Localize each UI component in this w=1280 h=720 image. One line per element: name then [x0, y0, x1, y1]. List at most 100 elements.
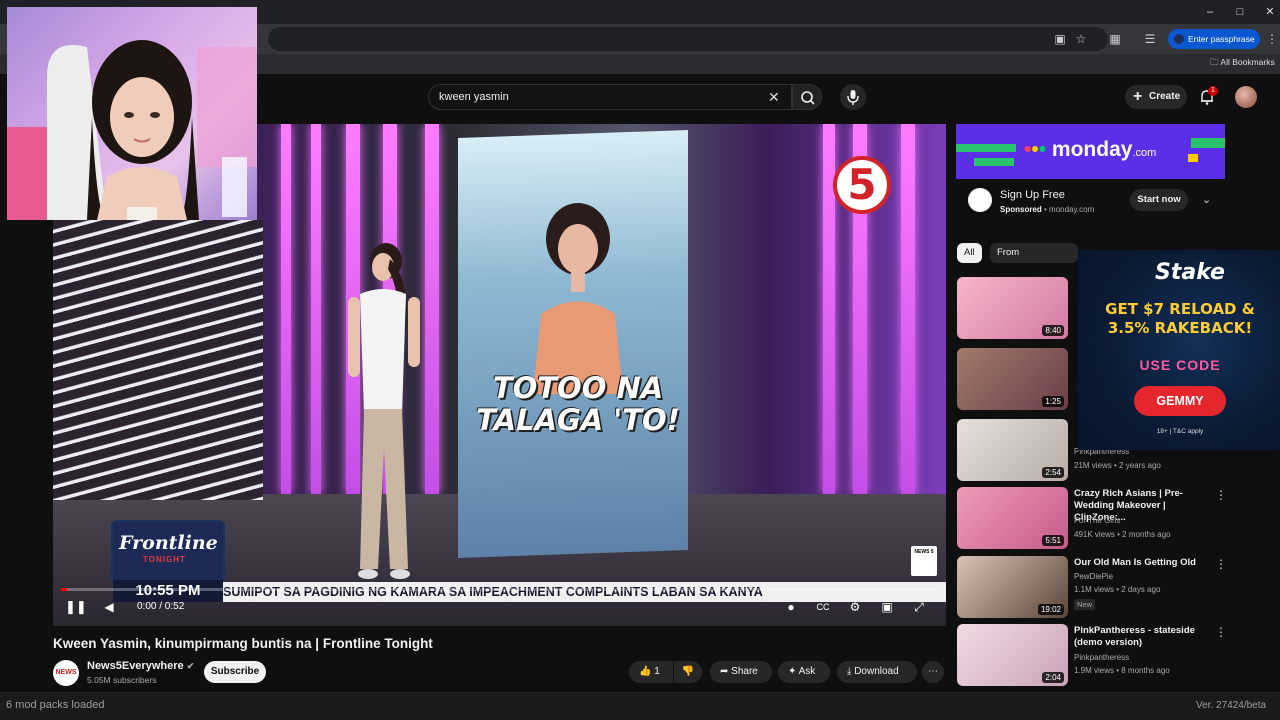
- volume-icon[interactable]: ◀: [101, 599, 117, 615]
- thumbs-down-icon: 👎: [681, 666, 695, 677]
- settings-gear-icon[interactable]: ⚙: [847, 599, 863, 615]
- ask-button[interactable]: ✦ Ask: [778, 661, 830, 683]
- monday-ad-icon: [968, 188, 992, 212]
- status-bar: [0, 692, 1280, 720]
- bookmark-star-icon[interactable]: ☆: [1073, 31, 1089, 47]
- related-channel: For The Girls: [1074, 516, 1121, 525]
- minimize-icon[interactable]: –: [1200, 4, 1220, 20]
- enter-passphrase-button[interactable]: Enter passphrase: [1168, 29, 1260, 49]
- chip-all[interactable]: All: [957, 243, 982, 263]
- captions-icon[interactable]: CC: [815, 599, 831, 615]
- news-anchor: [348, 243, 420, 579]
- video-duration: 19:02: [1037, 604, 1064, 615]
- voice-search-button[interactable]: [840, 84, 866, 110]
- related-thumbnail[interactable]: 2:54: [957, 419, 1068, 481]
- like-button[interactable]: 👍 1: [629, 661, 673, 683]
- striped-wall-panel: [53, 220, 263, 500]
- video-duration: 8:40: [1042, 325, 1064, 336]
- show-logo-title: Frontline: [119, 532, 218, 554]
- browser-menu-icon[interactable]: ⋮: [1264, 31, 1280, 47]
- video-duration: 5:51: [1042, 535, 1064, 546]
- stake-code-label: USE CODE: [1139, 357, 1221, 373]
- clear-search-icon[interactable]: ✕: [768, 89, 780, 106]
- chip-from-channel[interactable]: From News5Everyw: [990, 243, 1078, 263]
- more-options-icon[interactable]: ⋮: [1215, 557, 1227, 571]
- extensions-icon[interactable]: ▦: [1107, 31, 1123, 47]
- like-count: 1: [654, 666, 660, 677]
- download-label: Download: [854, 666, 899, 677]
- fullscreen-icon[interactable]: ⤢: [911, 599, 927, 615]
- related-thumbnail[interactable]: 8:40: [957, 277, 1068, 339]
- more-dots-icon: ⋯: [928, 666, 938, 677]
- stake-code-button: GEMMY: [1134, 386, 1226, 416]
- dislike-button[interactable]: 👎: [674, 661, 702, 683]
- account-avatar[interactable]: [1235, 86, 1257, 108]
- video-duration: 1:25: [1042, 396, 1064, 407]
- all-bookmarks-label: All Bookmarks: [1220, 57, 1275, 67]
- streamer-portrait: [7, 40, 257, 220]
- subscribe-button[interactable]: Subscribe: [204, 661, 266, 683]
- channel-avatar[interactable]: NEWS 5: [53, 660, 79, 702]
- stake-offer-text: GET $7 RELOAD & 3.5% RAKEBACK!: [1105, 300, 1255, 337]
- mod-packs-status: 6 mod packs loaded: [6, 699, 105, 711]
- more-actions-button[interactable]: ⋯: [922, 661, 944, 683]
- close-window-icon[interactable]: ✕: [1260, 4, 1280, 20]
- channel-name[interactable]: News5Everywhere ✔: [87, 660, 194, 672]
- autoplay-toggle-icon[interactable]: ●: [783, 599, 799, 615]
- video-timecode: 0:00 / 0:52: [137, 601, 185, 612]
- ad-title[interactable]: Sign Up Free: [1000, 189, 1065, 201]
- related-thumbnail[interactable]: 2:04: [957, 624, 1068, 686]
- search-icon: [801, 91, 815, 105]
- profile-icon: [1174, 34, 1184, 44]
- related-channel: PewDiePie: [1074, 572, 1114, 581]
- folder-icon: 🗀: [1210, 57, 1221, 67]
- video-duration: 2:54: [1042, 467, 1064, 478]
- stake-logo: Stake: [1155, 260, 1225, 285]
- progress-bar[interactable]: [61, 588, 939, 591]
- stake-terms: 18+ | T&C apply: [1156, 428, 1204, 435]
- related-title[interactable]: Our Old Man Is Getting Old: [1074, 557, 1214, 569]
- related-thumbnail[interactable]: 5:51: [957, 487, 1068, 549]
- show-logo-subtitle: TONIGHT: [143, 555, 186, 564]
- broadcast-clock: 10:55 PM: [113, 580, 223, 602]
- search-button[interactable]: [792, 84, 822, 110]
- channel-name-text: News5Everywhere: [87, 660, 184, 672]
- channel-5-logo: 5: [833, 156, 891, 214]
- share-button[interactable]: ➦ Share: [710, 661, 772, 683]
- address-bar[interactable]: [268, 27, 1108, 51]
- more-options-icon[interactable]: ⋮: [1215, 625, 1227, 639]
- plus-icon: +: [1133, 88, 1143, 105]
- more-options-icon[interactable]: ⋮: [1215, 488, 1227, 502]
- media-icon[interactable]: ☰: [1142, 31, 1158, 47]
- sparkle-icon: ✦: [788, 666, 797, 677]
- create-button[interactable]: + Create: [1125, 85, 1187, 109]
- neon-stripe: [901, 124, 915, 494]
- ad-decor-heart: [1188, 154, 1198, 162]
- sponsored-label: Sponsored: [1000, 205, 1042, 214]
- chevron-down-icon[interactable]: ⌄: [1202, 193, 1211, 206]
- news-ticker: SUMIPOT SA PAGDINIG NG KAMARA SA IMPEACH…: [223, 582, 946, 602]
- related-stats: 491K views • 2 months ago: [1074, 530, 1171, 539]
- related-thumbnail[interactable]: 1:25: [957, 348, 1068, 410]
- screen-portrait: [533, 203, 623, 394]
- all-bookmarks-link[interactable]: 🗀 All Bookmarks: [1210, 57, 1275, 71]
- search-query: kween yasmin: [439, 91, 509, 103]
- version-label: Ver. 27424/beta: [1196, 700, 1267, 711]
- miniplayer-icon[interactable]: ▣: [879, 599, 895, 615]
- video-title: Kween Yasmin, kinumpirmang buntis na | F…: [53, 636, 433, 651]
- frontline-tonight-logo: Frontline TONIGHT: [113, 522, 223, 582]
- search-input[interactable]: kween yasmin: [428, 84, 792, 110]
- restore-icon[interactable]: □: [1230, 4, 1250, 20]
- share-label: Share: [731, 666, 758, 677]
- download-button[interactable]: ⤓ Download: [837, 661, 917, 683]
- neon-stripe: [281, 124, 291, 494]
- start-now-button[interactable]: Start now: [1130, 189, 1188, 211]
- monday-brand-text: monday: [1051, 138, 1133, 161]
- pause-icon[interactable]: ❚❚: [65, 599, 87, 615]
- cast-icon[interactable]: ▣: [1052, 31, 1068, 47]
- share-arrow-icon: ➦: [720, 666, 729, 677]
- thumbs-up-icon: 👍: [639, 666, 652, 677]
- related-title[interactable]: PinkPantheress - stateside (demo version…: [1074, 625, 1214, 649]
- related-thumbnail[interactable]: 19:02: [957, 556, 1068, 618]
- ad-decor-bar: [956, 144, 1016, 152]
